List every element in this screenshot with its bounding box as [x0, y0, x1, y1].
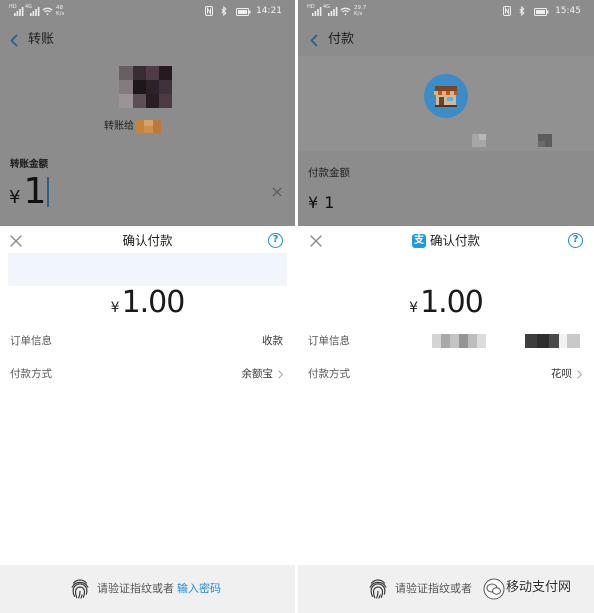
transfer-page-dimmed: HD 4G 48 K/s 14:21 转账 转账给 转账金额 ¥ 1 — [0, 0, 295, 226]
info-band — [8, 253, 287, 286]
sheet-title-bar: 确认付款 — [0, 232, 295, 250]
store-icon — [424, 74, 468, 118]
nfc-icon — [205, 6, 213, 16]
sheet-title-bar: 支 确认付款 — [298, 232, 594, 250]
battery-icon — [236, 8, 251, 16]
nfc-icon — [503, 6, 511, 16]
prompt-text: 请验证指纹或者 — [395, 582, 472, 595]
order-info-value-obscured — [525, 334, 580, 348]
bluetooth-icon — [221, 6, 227, 16]
amount-label: 付款金额 — [308, 167, 350, 179]
order-info-row: 订单信息 收款 — [0, 331, 295, 351]
chevron-right-icon — [278, 369, 283, 379]
sheet-title: 确认付款 — [122, 233, 173, 248]
recipient-name-obscured — [135, 120, 161, 133]
network-speed-unit: K/s — [56, 11, 65, 17]
payment-method-row[interactable]: 付款方式 花呗 — [298, 364, 594, 384]
page-title: 付款 — [328, 32, 355, 47]
status-bar: HD 4G 48 K/s 14:21 — [0, 0, 295, 22]
currency-symbol: ¥ — [308, 193, 319, 212]
network-speed-unit: K/s — [354, 11, 363, 17]
chevron-left-icon[interactable] — [10, 34, 18, 47]
merchant-name-obscured — [472, 134, 486, 147]
fingerprint-icon[interactable] — [69, 578, 91, 600]
enter-password-link[interactable]: 输入密码 — [177, 582, 221, 595]
signal-icon: HD — [307, 5, 323, 17]
merchant-name-obscured — [538, 134, 552, 147]
verification-bar: 请验证指纹或者 输入密码 — [0, 565, 295, 613]
row-label: 订单信息 — [10, 335, 52, 347]
page-title: 转账 — [28, 32, 55, 47]
amount-input[interactable]: ¥ 1 — [308, 193, 334, 213]
wifi-icon — [42, 7, 53, 16]
amount-value: 1.00 — [121, 285, 186, 320]
payment-page-dimmed: HD 4G 29.7 K/s 15:45 付款 付款金额 ¥ 1 — [298, 0, 594, 226]
amount-input[interactable]: ¥ 1 — [9, 170, 50, 214]
row-value[interactable]: 花呗 — [551, 364, 582, 384]
amount-value: 1.00 — [420, 285, 484, 320]
row-value: 收款 — [262, 331, 283, 351]
row-value[interactable]: 余额宝 — [241, 364, 283, 384]
fingerprint-icon[interactable] — [367, 578, 389, 600]
confirm-payment-sheet: 确认付款 ? ¥ 1.00 订单信息 收款 付款方式 余额宝 — [0, 226, 295, 565]
payment-method-value: 花呗 — [551, 368, 572, 380]
amount-value: 1 — [324, 193, 335, 212]
currency-symbol: ¥ — [9, 187, 21, 208]
row-label: 付款方式 — [308, 368, 350, 380]
signal-icon: 4G — [323, 5, 339, 17]
currency-symbol: ¥ — [409, 300, 419, 316]
currency-symbol: ¥ — [110, 300, 120, 316]
clear-icon[interactable] — [272, 187, 282, 197]
watermark-text: 移动支付网 — [506, 580, 572, 595]
wechat-icon — [483, 578, 505, 600]
wifi-icon — [340, 7, 351, 16]
confirm-payment-sheet: 支 确认付款 ? ¥ 1.00 订单信息 付款方式 花呗 — [298, 226, 594, 565]
recipient-avatar — [119, 66, 172, 108]
help-icon[interactable]: ? — [568, 233, 583, 248]
row-label: 订单信息 — [308, 335, 350, 347]
status-bar: HD 4G 29.7 K/s 15:45 — [298, 0, 594, 22]
payment-amount: ¥ 1.00 — [0, 286, 295, 325]
right-phone-screen: HD 4G 29.7 K/s 15:45 付款 付款金额 ¥ 1 支 确认付款 … — [298, 0, 594, 613]
verification-prompt: 请验证指纹或者 输入密码 — [97, 581, 221, 597]
chevron-left-icon[interactable] — [310, 34, 318, 47]
payment-method-value: 余额宝 — [241, 368, 274, 380]
battery-icon — [534, 8, 549, 16]
status-time: 15:45 — [555, 6, 581, 16]
verification-bar: 请验证指纹或者 移动支付网 — [298, 565, 594, 613]
row-label: 付款方式 — [10, 368, 52, 380]
amount-value: 1 — [23, 171, 46, 212]
signal-icon: 4G — [25, 5, 41, 17]
network-speed: 29.7 K/s — [354, 5, 366, 17]
payment-amount: ¥ 1.00 — [298, 286, 594, 325]
status-time: 14:21 — [256, 6, 282, 16]
recipient-label: 转账给 — [104, 121, 134, 132]
chevron-right-icon — [577, 369, 582, 379]
left-phone-screen: HD 4G 48 K/s 14:21 转账 转账给 转账金额 ¥ 1 确认付款 … — [0, 0, 295, 613]
payment-method-row[interactable]: 付款方式 余额宝 — [0, 364, 295, 384]
order-info-value-obscured — [432, 334, 486, 348]
text-cursor — [47, 177, 50, 207]
help-icon[interactable]: ? — [268, 233, 283, 248]
signal-icon: HD — [9, 5, 25, 17]
prompt-text: 请验证指纹或者 — [97, 582, 174, 595]
sheet-title: 确认付款 — [429, 233, 480, 248]
alipay-logo-icon: 支 — [411, 234, 426, 248]
amount-label: 转账金额 — [10, 159, 49, 170]
bluetooth-icon — [519, 6, 525, 16]
verification-prompt: 请验证指纹或者 — [395, 581, 472, 597]
network-speed: 48 K/s — [56, 5, 64, 17]
order-info-value: 收款 — [262, 335, 283, 347]
